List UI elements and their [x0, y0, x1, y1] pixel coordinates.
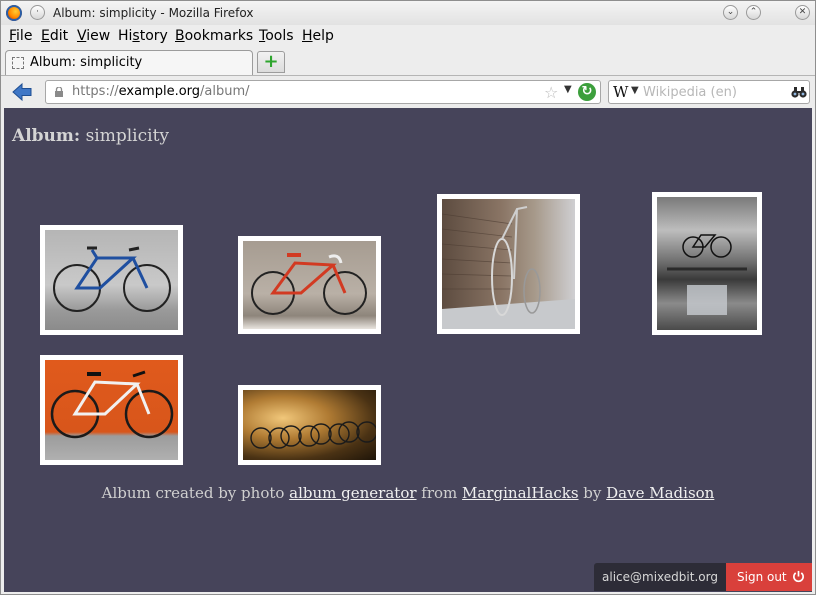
album-generator-link[interactable]: album generator	[289, 484, 416, 502]
dave-madison-link[interactable]: Dave Madison	[606, 484, 714, 502]
menu-history[interactable]: History	[118, 28, 168, 44]
search-engine-dropdown-icon[interactable]: ▼	[631, 85, 639, 96]
user-email: alice@mixedbit.org	[594, 563, 726, 591]
menu-file[interactable]: File	[9, 28, 32, 44]
menu-view[interactable]: View	[77, 28, 110, 44]
title-bar: · Album: simplicity - Mozilla Firefox ⌄ …	[1, 1, 815, 25]
photo-thumbnail-white-bike[interactable]	[40, 355, 183, 465]
navigation-bar: https://example.org/album/ ☆ ▼ ↻ W ▼	[1, 75, 815, 108]
reload-icon[interactable]: ↻	[578, 83, 596, 101]
white-bike-image	[50, 370, 174, 439]
power-icon	[793, 570, 804, 583]
url-bar[interactable]: https://example.org/album/ ☆ ▼ ↻	[45, 80, 601, 104]
menu-bar: File Edit View History Bookmarks Tools H…	[1, 25, 815, 47]
blue-bike-image	[53, 246, 171, 312]
binoculars-icon[interactable]	[791, 85, 807, 99]
tab-label: Album: simplicity	[30, 55, 143, 70]
page-placeholder-icon	[12, 57, 24, 69]
window-title: Album: simplicity - Mozilla Firefox	[53, 6, 254, 20]
photo-thumbnail-reflection-bike[interactable]	[652, 192, 762, 335]
photo-thumbnail-brick-wall-bike[interactable]	[437, 194, 580, 334]
reflection-bike-image	[667, 234, 747, 315]
url-text[interactable]: https://example.org/album/	[72, 84, 250, 99]
red-bike-image	[251, 253, 367, 315]
menu-tools[interactable]: Tools	[259, 28, 294, 44]
bikes-row-image	[250, 421, 376, 449]
bookmark-star-icon[interactable]: ☆	[544, 83, 558, 102]
marginalhacks-link[interactable]: MarginalHacks	[462, 484, 578, 502]
photo-thumbnail-red-bike[interactable]	[238, 236, 381, 334]
tab-album[interactable]: Album: simplicity	[5, 50, 253, 75]
menu-bookmarks[interactable]: Bookmarks	[175, 28, 253, 44]
sign-out-button[interactable]: Sign out	[726, 563, 812, 591]
search-input[interactable]	[643, 83, 783, 101]
url-history-dropdown-icon[interactable]: ▼	[564, 84, 572, 95]
close-button[interactable]: ✕	[795, 5, 810, 20]
tab-strip: Album: simplicity +	[1, 47, 815, 75]
album-credit: Album created by photo album generator f…	[101, 484, 715, 502]
back-arrow-icon[interactable]	[11, 81, 33, 103]
page-title: Album: simplicity	[12, 126, 170, 146]
menu-edit[interactable]: Edit	[41, 28, 68, 44]
photo-thumbnail-bikes-row[interactable]	[238, 385, 381, 465]
search-bar[interactable]: W ▼	[608, 80, 810, 104]
maximize-button[interactable]: ⌃	[746, 5, 761, 20]
sign-out-label: Sign out	[737, 570, 787, 584]
brick-wall-bike-image	[442, 206, 575, 329]
browser-window: · Album: simplicity - Mozilla Firefox ⌄ …	[0, 0, 816, 595]
menu-help[interactable]: Help	[302, 28, 334, 44]
photo-thumbnail-blue-bike[interactable]	[40, 225, 183, 335]
firefox-logo-icon	[6, 5, 22, 21]
page-content: Album: simplicity Album created by photo…	[4, 108, 812, 592]
new-tab-button[interactable]: +	[257, 51, 285, 73]
wikipedia-icon[interactable]: W	[613, 83, 628, 101]
lock-icon	[55, 87, 63, 97]
window-menu-button[interactable]: ·	[30, 5, 45, 20]
minimize-button[interactable]: ⌄	[723, 5, 738, 20]
